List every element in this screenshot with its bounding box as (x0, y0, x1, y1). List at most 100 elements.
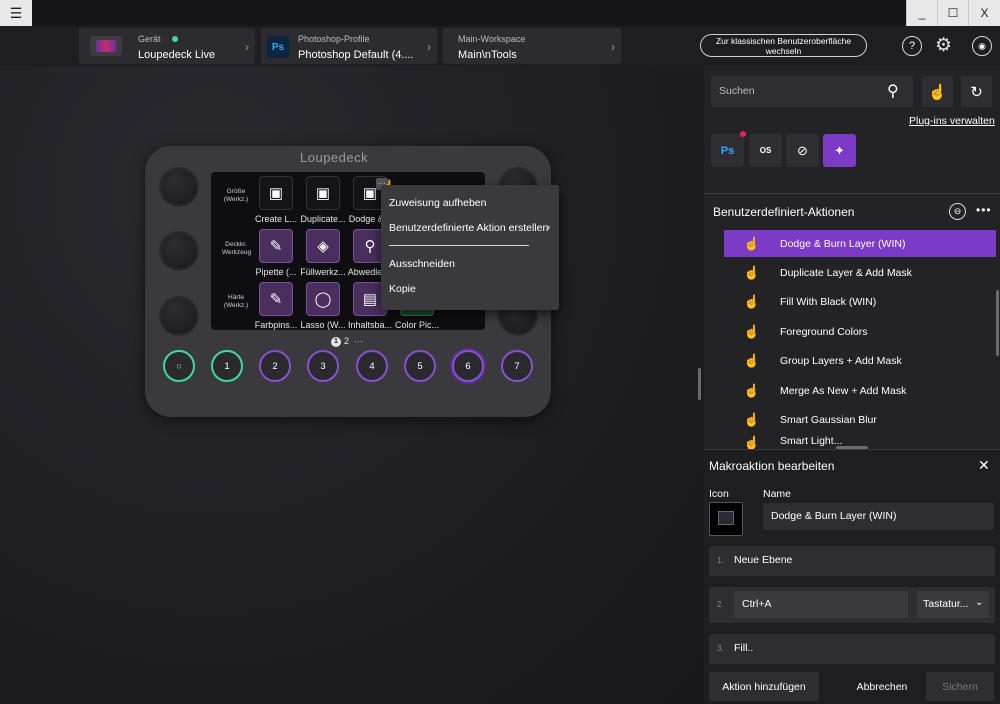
list-item-label: Smart Light... (780, 435, 843, 447)
panel-splitter-handle[interactable] (698, 368, 701, 400)
profile-selector[interactable]: Ps Photoshop-Profile Photoshop Default (… (261, 28, 437, 64)
list-item[interactable]: ☝ Duplicate Layer & Add Mask (724, 259, 996, 286)
device-selector[interactable]: Gerät Loupedeck Live › (79, 28, 255, 64)
round-button-3[interactable]: 3 (307, 350, 339, 382)
step-type-select[interactable]: Tastatur... ⌄ (917, 591, 989, 618)
macro-step-1[interactable]: 1. Neue Ebene (709, 546, 995, 576)
list-item-label: Smart Gaussian Blur (780, 413, 877, 426)
list-scrollbar[interactable] (996, 290, 999, 356)
list-item[interactable]: ☝ Group Layers + Add Mask (724, 347, 996, 374)
chevron-right-icon: › (427, 40, 431, 54)
device-value: Loupedeck Live (138, 49, 216, 61)
list-item-label: Dodge & Burn Layer (WIN) (780, 237, 906, 250)
round-button-home[interactable]: ○ (163, 350, 195, 382)
round-button-6[interactable]: 6 (452, 350, 484, 382)
menu-item-create-custom-action[interactable]: Benutzerdefinierte Aktion erstellen (389, 222, 548, 234)
tile-icon: ✎ (269, 291, 283, 308)
round-button-4[interactable]: 4 (356, 350, 388, 382)
round-button-5[interactable]: 5 (404, 350, 436, 382)
list-item-label: Group Layers + Add Mask (780, 354, 902, 367)
side-label-size[interactable]: Größe (Werkz.) (222, 188, 250, 204)
workspace-label: Main-Workspace (458, 34, 526, 44)
profile-value: Photoshop Default (4.... (298, 49, 414, 61)
save-button[interactable]: Sichern (926, 672, 994, 701)
tile-label: Duplicate... (300, 214, 346, 224)
side-label-hardness[interactable]: Härte (Werkz.) (222, 294, 250, 310)
list-item-selected[interactable]: ☝ Dodge & Burn Layer (WIN) (724, 230, 996, 257)
list-item[interactable]: ☝ Smart Gaussian Blur (724, 406, 996, 433)
tile-icon: ✎ (269, 238, 283, 255)
step-text: Fill.. (734, 642, 754, 654)
magic-wand-icon: ✦ (834, 142, 845, 158)
plugin-photoshop[interactable]: Ps (711, 134, 744, 167)
macro-icon-thumbnail[interactable] (709, 502, 743, 536)
macro-editor-title: Makroaktion bearbeiten (709, 459, 835, 473)
compass-icon: ⊘ (797, 142, 808, 158)
search-input[interactable]: Suchen ⚲ (711, 76, 913, 107)
list-item[interactable]: ☝ Merge As New + Add Mask (724, 377, 996, 404)
tile-label: Color Pic... (394, 320, 439, 330)
hand-pointer-icon: ☝ (743, 323, 761, 339)
list-item[interactable]: ☝ Fill With Black (WIN) (724, 288, 996, 315)
maximize-button[interactable]: ☐ (937, 0, 968, 26)
menu-item-cut[interactable]: Ausschneiden (389, 258, 455, 270)
tile-label: Create L... (254, 214, 298, 224)
hand-pointer-icon: ☝ (743, 411, 761, 427)
menu-item-copy[interactable]: Kopie (389, 283, 416, 295)
account-icon[interactable]: ◉ (972, 36, 992, 56)
search-icon[interactable]: ⚲ (887, 81, 899, 101)
cancel-button[interactable]: Abbrechen (844, 672, 920, 701)
chevron-down-icon: ⌄ (975, 597, 984, 608)
collapse-icon[interactable]: ⊖ (949, 203, 966, 220)
tile-fill-tool[interactable]: ◈ (306, 229, 340, 263)
add-action-button[interactable]: Aktion hinzufügen (709, 672, 819, 701)
tile-label: Füllwerkz... (300, 267, 346, 277)
menu-item-unassign[interactable]: Zuweisung aufheben (389, 197, 487, 209)
plugin-custom-actions[interactable]: ✦ (823, 134, 856, 167)
round-button-1[interactable]: 1 (211, 350, 243, 382)
gear-icon[interactable]: ⚙ (935, 34, 952, 57)
knob-left-2[interactable] (161, 233, 197, 269)
keystroke-input[interactable]: Ctrl+A (734, 591, 908, 618)
device-logo: Loupedeck (300, 150, 369, 165)
chevron-right-icon: › (245, 40, 249, 54)
side-label-opacity[interactable]: Deckkr. Werkzeug (222, 241, 251, 257)
tile-duplicate[interactable]: ▣ (306, 176, 340, 210)
workspace-selector[interactable]: Main-Workspace Main\nTools › (443, 28, 621, 64)
page-2-indicator[interactable]: 2 (344, 336, 349, 346)
round-button-2[interactable]: 2 (259, 350, 291, 382)
title-bar (0, 0, 1000, 26)
knob-left-1[interactable] (161, 169, 197, 205)
page-1-indicator[interactable]: 1 (331, 337, 341, 347)
tile-brush[interactable]: ✎ (259, 282, 293, 316)
section-divider (704, 193, 1000, 194)
round-button-7[interactable]: 7 (501, 350, 533, 382)
knob-left-3[interactable] (161, 298, 197, 334)
list-item[interactable]: ☝ Foreground Colors (724, 318, 996, 345)
hand-pointer-icon: ☝ (743, 293, 761, 309)
plugin-os[interactable]: OS (749, 134, 782, 167)
step-number: 1. (717, 556, 724, 565)
macro-step-3[interactable]: 3. Fill.. (709, 634, 995, 664)
classic-ui-button[interactable]: Zur klassischen Benutzeroberfläche wechs… (700, 34, 867, 57)
refresh-icon[interactable]: ↻ (961, 76, 992, 107)
os-icon: OS (759, 146, 772, 155)
section-title: Benutzerdefiniert-Aktionen (713, 205, 855, 219)
plugin-navigation[interactable]: ⊘ (786, 134, 819, 167)
tile-icon: ▣ (315, 185, 331, 202)
hamburger-menu-icon[interactable]: ☰ (0, 0, 32, 26)
close-icon[interactable]: ✕ (978, 457, 990, 474)
more-options-icon[interactable]: ••• (976, 203, 992, 217)
step-number: 3. (717, 644, 724, 653)
manage-plugins-link[interactable]: Plug-ins verwalten (909, 115, 995, 127)
tile-create-layer[interactable]: ▣ (259, 176, 293, 210)
page-more-icon[interactable]: ··· (354, 336, 363, 346)
hand-pointer-icon: ☝ (743, 352, 761, 368)
minimize-button[interactable]: _ (906, 0, 937, 26)
help-icon[interactable]: ? (902, 36, 922, 56)
name-field[interactable]: Dodge & Burn Layer (WIN) (763, 503, 994, 530)
tile-lasso[interactable]: ◯ (306, 282, 340, 316)
close-window-button[interactable]: X (968, 0, 1000, 26)
touch-icon[interactable]: ☝ (922, 76, 953, 107)
tile-pipette[interactable]: ✎ (259, 229, 293, 263)
